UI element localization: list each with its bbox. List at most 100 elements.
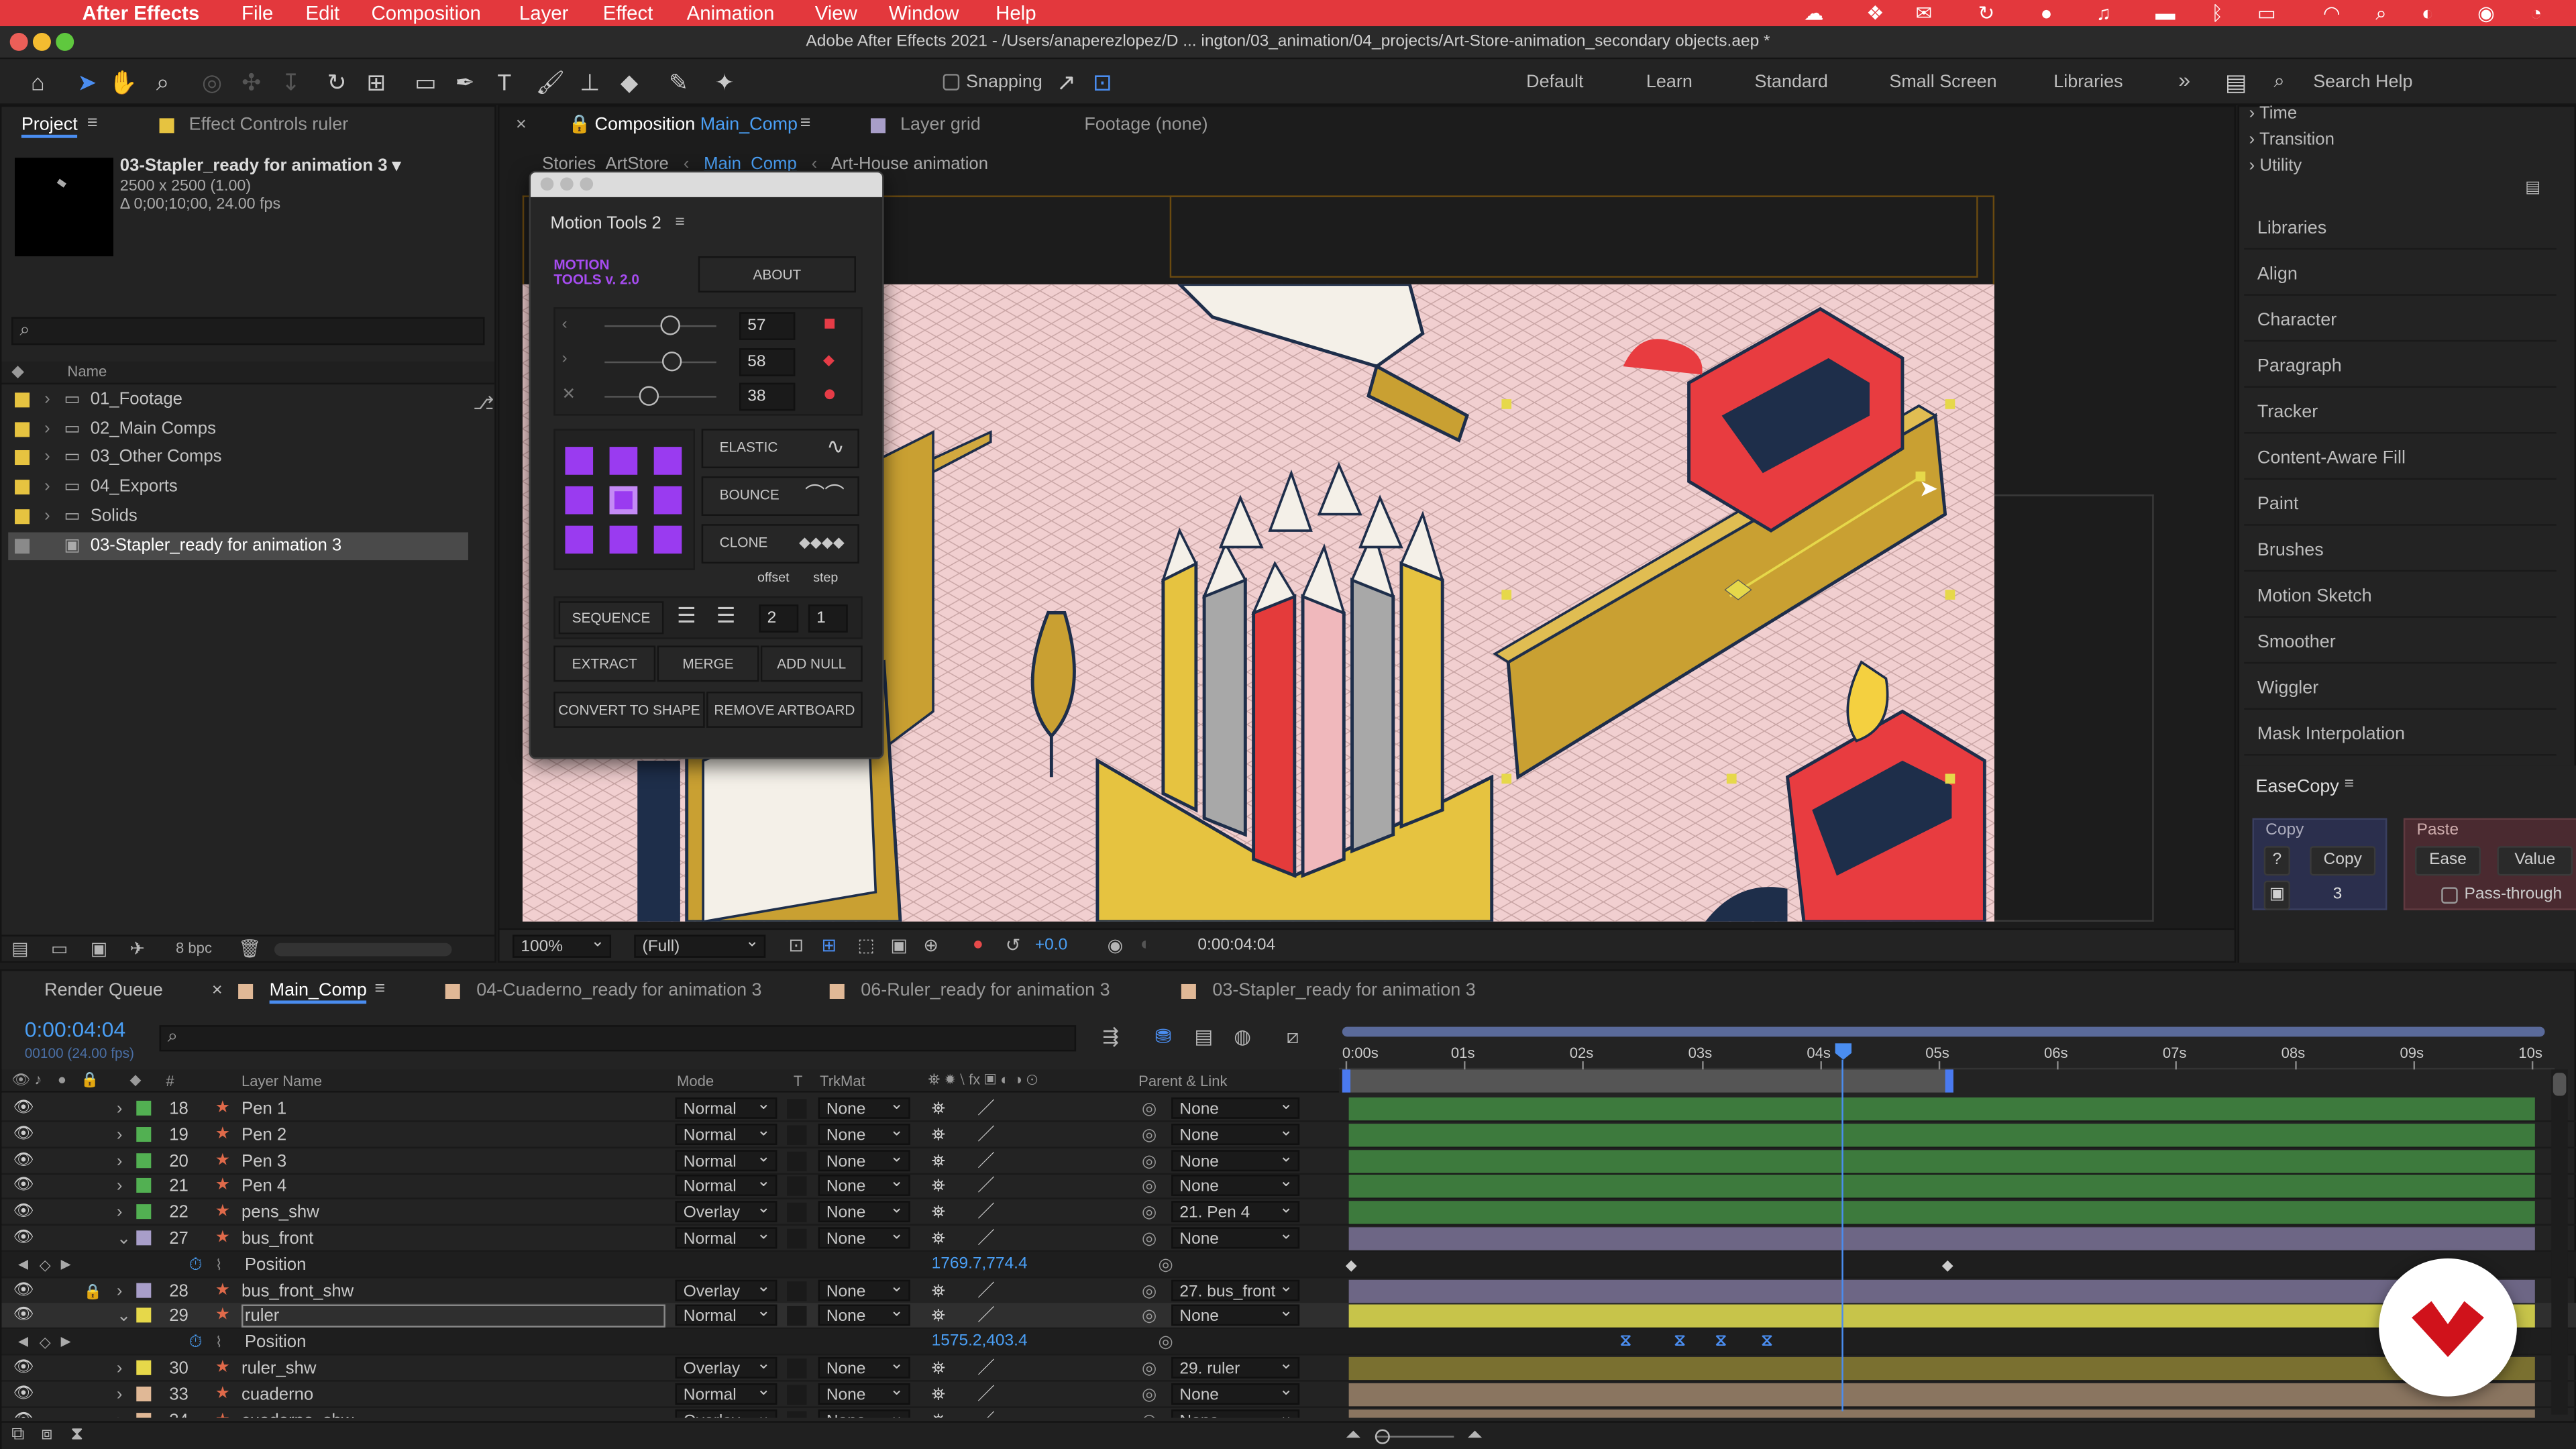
- stopwatch-icon[interactable]: ⏱: [189, 1252, 203, 1278]
- preserve-transparency-toggle[interactable]: [787, 1281, 807, 1301]
- twirl-icon[interactable]: ›: [117, 1355, 123, 1381]
- layer-name[interactable]: Pen 2: [241, 1122, 286, 1148]
- blend-mode-dropdown[interactable]: Overlay: [675, 1198, 777, 1223]
- video-column-icon[interactable]: 👁: [11, 1071, 30, 1089]
- collapse-switch-icon[interactable]: ⛯: [932, 1226, 946, 1252]
- layer-duration-bar[interactable]: [1348, 1149, 2535, 1173]
- parent-dropdown[interactable]: None: [1171, 1380, 1300, 1405]
- category-transition[interactable]: › Transition: [2249, 127, 2334, 153]
- layer-label-swatch[interactable]: [136, 1204, 152, 1220]
- tab-main-comp[interactable]: Main_Comp: [269, 981, 367, 1004]
- layer-row[interactable]: 👁 › 19 ★ Pen 2 Normal None ⛯ ／ ◎ None: [1, 1120, 2576, 1148]
- hide-shy-icon[interactable]: ▤: [1194, 1025, 1213, 1048]
- lock-icon[interactable]: 🔒: [568, 113, 591, 134]
- panel-item-motion-sketch[interactable]: Motion Sketch: [2244, 575, 2557, 618]
- layer-row[interactable]: 👁 › 30 ★ ruler_shw Overlay None ⛯ ／ ◎ 29. ruler: [1, 1354, 2576, 1382]
- comp-panel-menu-icon[interactable]: ≡: [800, 113, 811, 133]
- menu-animation[interactable]: Animation: [687, 0, 775, 26]
- render-range-bar[interactable]: [1342, 1069, 1953, 1093]
- mask-visibility-icon[interactable]: ⬚: [857, 934, 874, 956]
- layer-duration-bar[interactable]: [1348, 1097, 2535, 1121]
- layer-name[interactable]: pens_shw: [241, 1199, 319, 1226]
- work-area-bar[interactable]: [1339, 1024, 2555, 1043]
- siri-icon[interactable]: ◉: [2477, 0, 2495, 26]
- layer-label-swatch[interactable]: [136, 1360, 152, 1375]
- timeline-search-input[interactable]: ⌕: [159, 1025, 1077, 1052]
- pen-tool-icon[interactable]: ✒: [450, 67, 480, 97]
- layer-row[interactable]: 👁 › 21 ★ Pen 4 Normal None ⛯ ／ ◎ None: [1, 1172, 2576, 1200]
- menu-layer[interactable]: Layer: [519, 0, 569, 26]
- layer-name[interactable]: Pen 1: [241, 1095, 286, 1122]
- panel-item-content-aware-fill[interactable]: Content-Aware Fill: [2244, 437, 2557, 480]
- close-window-button[interactable]: [9, 32, 28, 51]
- visibility-eye-icon[interactable]: 👁: [13, 1277, 34, 1303]
- timeline-zoom-handle[interactable]: [1375, 1429, 1390, 1444]
- disclosure-icon[interactable]: ›: [44, 386, 50, 415]
- project-item[interactable]: › ▭ 02_Main Comps: [8, 415, 468, 443]
- convert-to-shape-button[interactable]: CONVERT TO SHAPE: [553, 692, 705, 728]
- anchor-top-left[interactable]: [565, 447, 594, 475]
- layer-name[interactable]: ruler: [241, 1305, 665, 1328]
- visibility-eye-icon[interactable]: 👁: [13, 1407, 34, 1418]
- close-main-comp-tab-icon[interactable]: ×: [212, 981, 223, 1000]
- name-column-header[interactable]: Name: [67, 363, 107, 379]
- dropbox-icon[interactable]: ❖: [1866, 0, 1884, 26]
- next-keyframe-icon[interactable]: ▶: [61, 1252, 71, 1278]
- twirl-icon[interactable]: ›: [117, 1199, 123, 1226]
- layer-label-swatch[interactable]: [136, 1230, 152, 1246]
- modes-toggle-icon[interactable]: ⧈: [41, 1424, 52, 1446]
- tab-project[interactable]: Project: [21, 115, 78, 138]
- quality-switch-icon[interactable]: ／: [977, 1381, 995, 1407]
- new-folder-icon[interactable]: ▭: [51, 938, 68, 959]
- layer-label-swatch[interactable]: [136, 1282, 152, 1297]
- motion-tools-menu-icon[interactable]: ≡: [676, 213, 685, 231]
- anchor-bottom-left[interactable]: [565, 525, 594, 554]
- rectangle-tool-icon[interactable]: ▭: [411, 67, 440, 97]
- layer-duration-bar[interactable]: [1348, 1383, 2535, 1406]
- time-stretch-toggle-icon[interactable]: ⧗: [70, 1424, 83, 1446]
- selection-tool-icon[interactable]: ➤: [72, 67, 102, 97]
- panel-item-smoother[interactable]: Smoother: [2244, 621, 2557, 664]
- quality-switch-icon[interactable]: ／: [977, 1355, 995, 1381]
- tab-footage[interactable]: Footage (none): [1084, 115, 1208, 134]
- tab-layer[interactable]: Layer grid: [900, 115, 981, 134]
- mt-close-button[interactable]: [540, 177, 554, 191]
- bluetooth-icon[interactable]: ᛒ: [2211, 0, 2223, 26]
- layer-duration-bar[interactable]: [1348, 1201, 2535, 1224]
- sequence-forward-icon[interactable]: ☰: [677, 600, 696, 633]
- label-column-icon[interactable]: ◆: [129, 1071, 141, 1089]
- menu-composition[interactable]: Composition: [371, 0, 480, 26]
- twirl-icon[interactable]: ›: [117, 1381, 123, 1407]
- lock-column-icon[interactable]: 🔒: [80, 1071, 99, 1089]
- preserve-transparency-toggle[interactable]: [787, 1125, 807, 1145]
- layer-duration-bar[interactable]: [1348, 1175, 2535, 1199]
- parent-pick-whip-icon[interactable]: ◎: [1142, 1407, 1157, 1418]
- visibility-eye-icon[interactable]: 👁: [13, 1174, 34, 1200]
- collapse-switch-icon[interactable]: ⛯: [932, 1095, 946, 1122]
- collapse-switch-icon[interactable]: ⛯: [932, 1303, 946, 1330]
- switches-column-icons[interactable]: ⛯ ✹ ⧵ fx ▣ ◐ ◑ ⊙: [928, 1071, 1038, 1089]
- timeline-menu-icon[interactable]: ≡: [374, 979, 385, 999]
- paste-value-button[interactable]: Value: [2497, 846, 2573, 876]
- visibility-eye-icon[interactable]: 👁: [13, 1381, 34, 1407]
- ease-both-slider[interactable]: [604, 396, 716, 398]
- layer-label-swatch[interactable]: [136, 1100, 152, 1116]
- panel-item-align[interactable]: Align: [2244, 253, 2557, 296]
- quality-switch-icon[interactable]: ／: [977, 1277, 995, 1303]
- collapse-switch-icon[interactable]: ⛯: [932, 1174, 946, 1200]
- help-button[interactable]: ?: [2263, 846, 2290, 876]
- sequence-reverse-icon[interactable]: ☰: [716, 600, 736, 633]
- property-value[interactable]: 1575.2,403.4: [932, 1330, 1028, 1356]
- preserve-transparency-toggle[interactable]: [787, 1150, 807, 1171]
- app-menu[interactable]: After Effects: [82, 0, 199, 26]
- project-item[interactable]: › ▭ 01_Footage: [8, 386, 468, 415]
- headphones-icon[interactable]: ♫: [2096, 0, 2111, 26]
- tab-render-queue[interactable]: Render Queue: [44, 981, 163, 1000]
- timeline-scroll-thumb[interactable]: [2553, 1073, 2567, 1096]
- ease-keyframe-icon[interactable]: ⧖: [1674, 1330, 1686, 1356]
- collapse-switch-icon[interactable]: ⛯: [932, 1199, 946, 1226]
- track-matte-dropdown[interactable]: None: [818, 1095, 910, 1119]
- panel-item-brushes[interactable]: Brushes: [2244, 529, 2557, 572]
- layer-row[interactable]: 👁 › 33 ★ cuaderno Normal None ⛯ ／ ◎ None: [1, 1380, 2576, 1408]
- parent-column-header[interactable]: Parent & Link: [1138, 1073, 1227, 1089]
